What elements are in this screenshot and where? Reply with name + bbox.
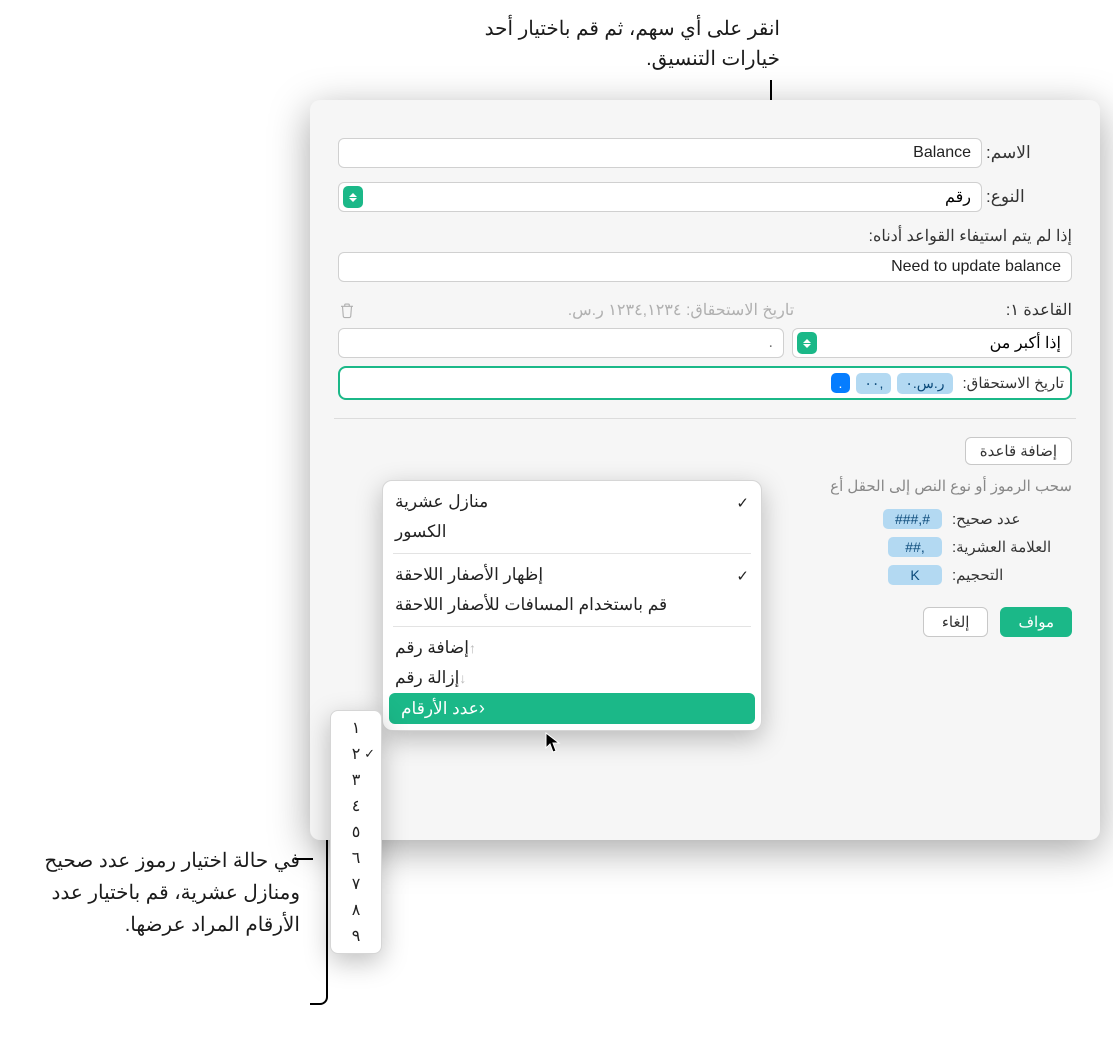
- ok-button[interactable]: مواف: [1000, 607, 1072, 637]
- arrow-up-icon: ↑: [469, 640, 476, 656]
- digit-option-7[interactable]: ٧: [331, 871, 381, 897]
- menu-fractions[interactable]: الكسور: [383, 517, 761, 547]
- type-select[interactable]: رقم: [338, 182, 982, 212]
- callout-bracket-hline: [295, 858, 313, 860]
- rule-title: القاعدة ١:: [1006, 300, 1072, 320]
- decimal-label: العلامة العشرية:: [952, 538, 1072, 556]
- cancel-button[interactable]: إلغاء: [923, 607, 989, 637]
- digit-option-9[interactable]: ٩: [331, 923, 381, 949]
- digit-option-2-label: ٢: [352, 746, 361, 763]
- cursor-icon: [545, 732, 563, 754]
- menu-digit-count-label: عدد الأرقام: [401, 699, 479, 719]
- type-label: النوع:: [982, 187, 1072, 207]
- menu-add-digit-label: إضافة رقم: [395, 638, 469, 658]
- digit-option-4[interactable]: ٤: [331, 793, 381, 819]
- divider: [334, 418, 1076, 419]
- name-label: الاسم:: [982, 143, 1072, 163]
- menu-separator: [393, 626, 751, 627]
- digit-option-5[interactable]: ٥: [331, 819, 381, 845]
- chevron-left-icon: ‹: [479, 698, 485, 719]
- format-popup-menu: ✓ منازل عشرية الكسور ✓ إظهار الأصفار الل…: [382, 480, 762, 731]
- menu-fractions-label: الكسور: [395, 522, 446, 542]
- type-select-value: رقم: [945, 187, 971, 207]
- digit-option-1[interactable]: ١: [331, 715, 381, 741]
- rule-preview: تاريخ الاستحقاق: ١٢٣٤,١٢٣٤ ر.س.: [568, 300, 794, 320]
- scale-label: التحجيم:: [952, 566, 1072, 584]
- chip-currency[interactable]: ر.س.٠: [897, 373, 952, 394]
- arrow-down-icon: ↓: [459, 670, 466, 686]
- digit-option-6[interactable]: ٦: [331, 845, 381, 871]
- digit-option-8[interactable]: ٨: [331, 897, 381, 923]
- menu-remove-digit[interactable]: ↓ إزالة رقم: [383, 663, 761, 693]
- menu-remove-digit-label: إزالة رقم: [395, 668, 459, 688]
- menu-show-trailing[interactable]: ✓ إظهار الأصفار اللاحقة: [383, 560, 761, 590]
- norules-label: إذا لم يتم استيفاء القواعد أدناه:: [338, 226, 1072, 246]
- updown-icon: [797, 332, 817, 354]
- integer-label: عدد صحيح:: [952, 510, 1072, 528]
- scale-token[interactable]: K: [888, 565, 942, 585]
- menu-trailing-spaces[interactable]: قم باستخدام المسافات للأصفار اللاحقة: [383, 590, 761, 620]
- menu-show-trailing-label: إظهار الأصفار اللاحقة: [395, 565, 543, 585]
- norules-input[interactable]: [338, 252, 1072, 282]
- check-icon: ✓: [736, 494, 749, 512]
- menu-add-digit[interactable]: ↑ إضافة رقم: [383, 633, 761, 663]
- name-input[interactable]: [338, 138, 982, 168]
- format-label: تاريخ الاستحقاق:: [963, 374, 1064, 392]
- digit-option-3[interactable]: ٣: [331, 767, 381, 793]
- menu-decimal-places-label: منازل عشرية: [395, 492, 488, 512]
- digit-count-submenu: ١ ✓٢ ٣ ٤ ٥ ٦ ٧ ٨ ٩: [330, 710, 382, 954]
- add-rule-button[interactable]: إضافة قاعدة: [965, 437, 1072, 465]
- check-icon: ✓: [736, 567, 749, 585]
- menu-separator: [393, 553, 751, 554]
- menu-trailing-spaces-label: قم باستخدام المسافات للأصفار اللاحقة: [395, 595, 667, 615]
- menu-digit-count[interactable]: ‹ عدد الأرقام: [389, 693, 755, 724]
- rule-condition-select[interactable]: إذا أكبر من: [792, 328, 1072, 358]
- rule-format-row[interactable]: تاريخ الاستحقاق: ر.س.٠ ,٠٠ .: [338, 366, 1072, 400]
- trash-icon[interactable]: [338, 301, 356, 319]
- chip-selected[interactable]: .: [831, 373, 851, 393]
- rule-value-input[interactable]: [338, 328, 784, 358]
- menu-decimal-places[interactable]: ✓ منازل عشرية: [383, 487, 761, 517]
- check-icon: ✓: [364, 746, 375, 762]
- integer-token[interactable]: #,###: [883, 509, 942, 529]
- decimal-token[interactable]: ,##: [888, 537, 942, 557]
- callout-top-text: انقر على أي سهم، ثم قم باختيار أحد خيارا…: [460, 14, 780, 74]
- updown-icon: [343, 186, 363, 208]
- digit-option-2[interactable]: ✓٢: [331, 741, 381, 767]
- chip-fraction[interactable]: ,٠٠: [856, 373, 891, 394]
- rule-condition-value: إذا أكبر من: [990, 333, 1061, 353]
- callout-bottom-text: في حالة اختيار رموز عدد صحيح ومنازل عشري…: [40, 845, 300, 941]
